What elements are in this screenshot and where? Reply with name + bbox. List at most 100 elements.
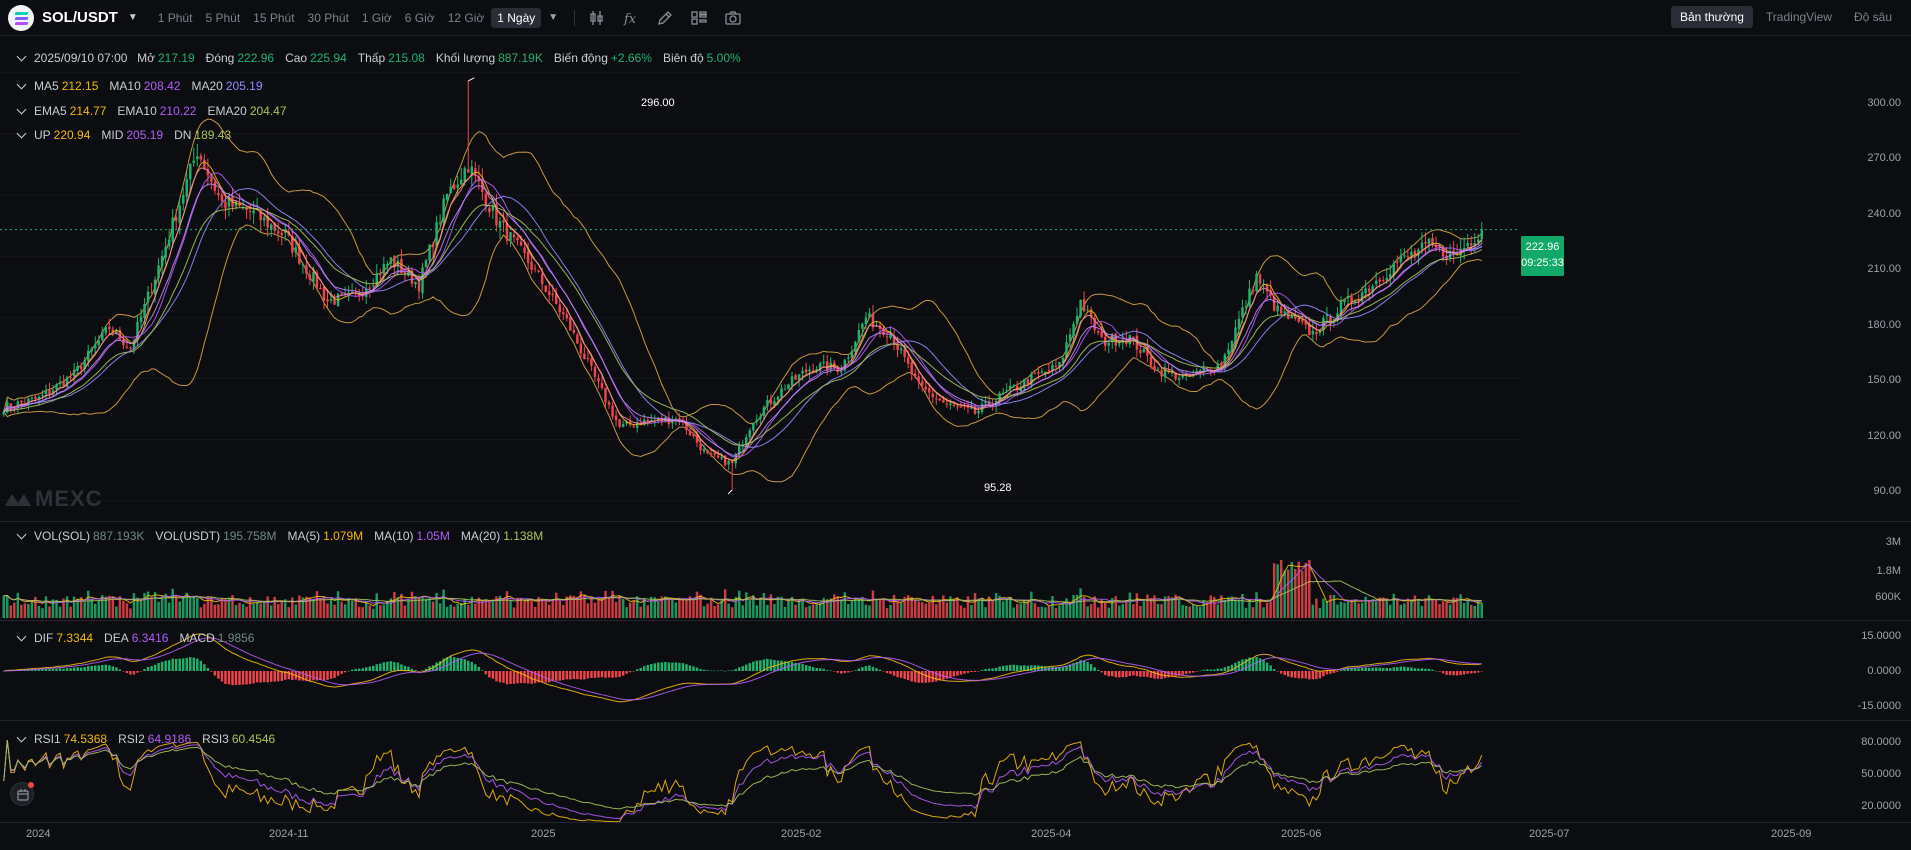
volume-bar [1234, 599, 1237, 618]
volume-bar [695, 591, 699, 618]
volume-bar [857, 600, 861, 618]
layout-icon[interactable] [689, 8, 709, 28]
volume-bar [1343, 602, 1346, 618]
volume-bar [262, 601, 266, 618]
interval-button[interactable]: 1 Phút [152, 8, 199, 28]
calendar-button[interactable] [10, 782, 34, 806]
draw-icon[interactable] [655, 8, 675, 28]
candle-body [924, 386, 927, 390]
interval-button[interactable]: 1 Giờ [356, 8, 398, 28]
macd-histogram-bar [569, 671, 572, 680]
macd-histogram-bar [980, 670, 984, 671]
interval-button[interactable]: 15 Phút [247, 8, 300, 28]
candle-body [1234, 327, 1237, 343]
interval-button[interactable]: 12 Giờ [442, 8, 491, 28]
volume-bar [1128, 592, 1132, 618]
macd-histogram-bar [1445, 671, 1448, 675]
interval-more-icon[interactable]: ▼ [548, 12, 558, 23]
ma-legend: MA5 212.15 MA10 208.42 MA20 205.19 [16, 79, 274, 93]
macd-histogram-bar [502, 671, 505, 683]
volume-bar [745, 592, 748, 618]
collapse-chevron-icon[interactable] [16, 529, 27, 540]
macd-histogram-bar [1142, 671, 1146, 677]
macd-histogram-bar [491, 671, 495, 679]
volume-bar [1374, 601, 1378, 618]
ema-legend: EMA5 214.77 EMA10 210.22 EMA20 204.47 [16, 104, 298, 118]
candle-body [1283, 311, 1286, 314]
view-tab[interactable]: Bản thường [1670, 6, 1753, 28]
macd-histogram-bar [336, 671, 340, 676]
macd-histogram-bar [864, 666, 868, 671]
symbol-dropdown-icon[interactable]: ▼ [128, 12, 138, 23]
macd-histogram-bar [628, 671, 632, 673]
candle-body [1343, 299, 1346, 303]
candle-body [920, 381, 924, 386]
volume-bar [801, 598, 804, 618]
volume-bar [1469, 604, 1473, 618]
function-icon[interactable]: fx [621, 8, 641, 28]
macd-histogram-bar [368, 666, 371, 671]
volume-bar [1160, 604, 1163, 618]
candle-body [699, 443, 702, 451]
macd-histogram-bar [1290, 671, 1293, 678]
volume-bar [776, 596, 780, 618]
candle-body [769, 399, 773, 405]
candle-body [857, 329, 861, 342]
macd-histogram-bar [350, 669, 354, 671]
macd-histogram-bar [213, 671, 217, 676]
indicator-icon[interactable] [587, 8, 607, 28]
macd-histogram-bar [1301, 671, 1304, 679]
macd-histogram-bar [463, 659, 466, 671]
volume-bar [1012, 607, 1015, 618]
macd-histogram-bar [1125, 671, 1128, 678]
interval-button[interactable]: 5 Phút [199, 8, 246, 28]
volume-tick-label: 600K [1875, 591, 1901, 603]
volume-bar [2, 595, 5, 618]
candle-body [692, 434, 695, 437]
macd-histogram-bar [970, 671, 973, 673]
macd-histogram-bar [122, 671, 125, 672]
volume-bar [132, 593, 136, 618]
macd-histogram-bar [333, 671, 336, 678]
view-tab[interactable]: Độ sâu [1845, 6, 1901, 28]
volume-bar [291, 597, 294, 618]
interval-button[interactable]: 30 Phút [302, 8, 355, 28]
camera-icon[interactable] [723, 8, 743, 28]
volume-bar [783, 606, 787, 618]
volume-bar [519, 597, 523, 618]
volume-bar [1118, 605, 1121, 618]
symbol-name[interactable]: SOL/USDT [42, 9, 118, 26]
macd-histogram-bar [164, 660, 167, 671]
interval-button[interactable]: 6 Giờ [399, 8, 441, 28]
candle-body [1040, 371, 1044, 373]
volume-bar [1089, 604, 1093, 618]
macd-histogram-bar [484, 671, 488, 675]
collapse-chevron-icon[interactable] [16, 631, 27, 642]
volume-bar [1139, 605, 1142, 618]
macd-histogram-bar [234, 671, 238, 685]
candle-body [1054, 366, 1058, 368]
candle-body [801, 370, 804, 374]
candle-body [1118, 343, 1121, 345]
candle-body [438, 222, 442, 224]
collapse-chevron-icon[interactable] [16, 51, 27, 62]
macd-histogram-bar [910, 671, 913, 682]
volume-bar [1121, 603, 1125, 618]
candle-body [730, 461, 734, 464]
collapse-chevron-icon[interactable] [16, 732, 27, 743]
macd-histogram-bar [364, 667, 368, 671]
candle-body [153, 279, 157, 295]
candle-body [1297, 317, 1301, 322]
volume-bar [628, 602, 632, 618]
volume-bar [1265, 603, 1269, 618]
collapse-chevron-icon[interactable] [16, 104, 27, 115]
volume-bar [899, 602, 903, 618]
view-tab[interactable]: TradingView [1757, 6, 1841, 28]
candlestick-chart[interactable] [0, 36, 1911, 850]
candle-body [850, 351, 854, 358]
vol-sol-label: VOL(SOL) [34, 529, 91, 543]
candle-body [301, 264, 305, 266]
collapse-chevron-icon[interactable] [16, 79, 27, 90]
collapse-chevron-icon[interactable] [16, 128, 27, 139]
interval-button[interactable]: 1 Ngày [491, 7, 542, 28]
